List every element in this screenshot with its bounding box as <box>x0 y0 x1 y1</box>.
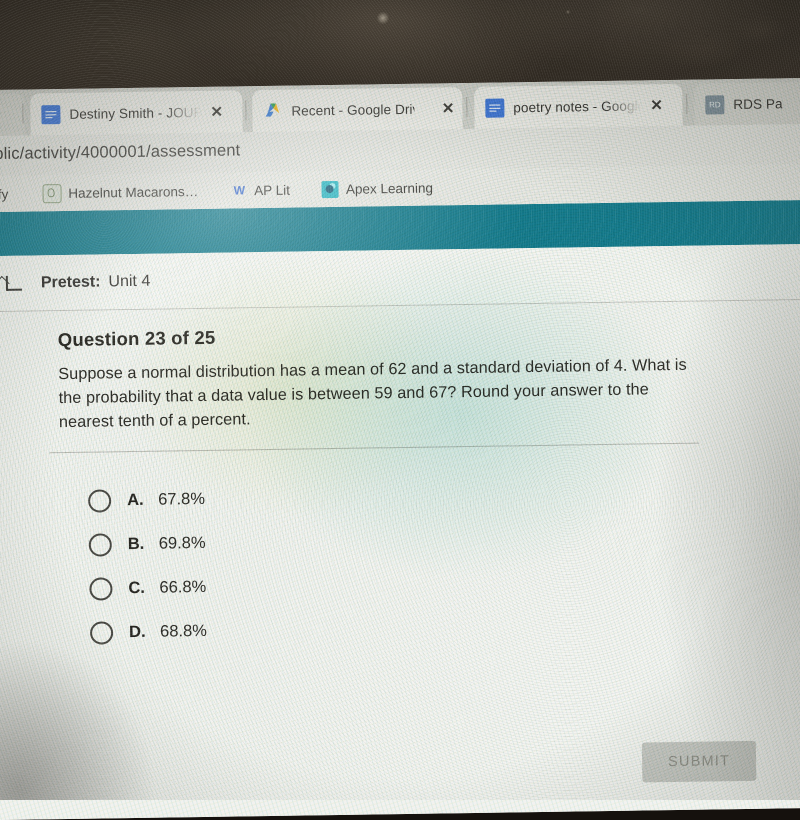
bookmark-label: Apex Learning <box>345 180 434 197</box>
radio-button[interactable] <box>89 620 114 645</box>
choice-value: 68.8% <box>159 621 208 641</box>
answer-choice-b[interactable]: B. 69.8% <box>88 521 206 567</box>
laptop-screen: se ✕ Destiny Smith - JOURN ✕ <box>0 77 800 820</box>
choice-value: 69.8% <box>158 533 206 553</box>
question-counter: Question 23 of 25 <box>57 326 216 351</box>
choice-letter: D. <box>128 622 146 641</box>
browser-tab[interactable]: poetry notes - Google D ✕ <box>474 83 683 129</box>
laptop-bezel <box>0 0 800 92</box>
choice-value: 66.8% <box>159 577 207 597</box>
answer-choice-d[interactable]: D. 68.8% <box>89 609 208 655</box>
hazelnut-icon <box>42 183 62 203</box>
tab-title: poetry notes - Google D <box>513 97 642 115</box>
tab-title: Destiny Smith - JOURN <box>69 104 202 122</box>
tab-title: RDS Pa <box>733 95 783 112</box>
google-docs-icon <box>41 104 61 124</box>
tab-separator <box>466 97 468 118</box>
breadcrumb-value: Unit 4 <box>108 272 151 291</box>
bookmark-item[interactable]: Hazelnut Macarons… <box>32 181 208 203</box>
submit-button[interactable]: SUBMIT <box>641 740 757 783</box>
tab-separator <box>245 100 247 121</box>
radio-button[interactable] <box>88 532 112 557</box>
browser-tab[interactable]: Recent - Google Drive ✕ <box>252 87 463 133</box>
ap-lit-icon: W <box>233 183 244 198</box>
rds-icon: RD <box>705 94 725 114</box>
close-icon[interactable]: ✕ <box>650 97 663 114</box>
answer-choice-c[interactable]: C. 66.8% <box>89 565 206 611</box>
bookmark-label: AP Lit <box>254 182 291 198</box>
answer-choice-list: A. 67.8% B. 69.8% C. 66.8% D. 68.8% <box>87 477 208 655</box>
question-divider <box>49 442 700 454</box>
breadcrumb-label: Pretest: <box>40 273 101 292</box>
radio-button[interactable] <box>89 576 113 601</box>
tab-title: Recent - Google Drive <box>291 101 415 119</box>
google-docs-icon <box>485 97 505 118</box>
choice-value: 67.8% <box>157 489 206 509</box>
choice-letter: C. <box>128 578 146 597</box>
address-bar-input[interactable]: ublic/activity/4000001/assessment <box>0 141 240 164</box>
bookmark-label: Hazelnut Macarons… <box>68 183 199 201</box>
choice-letter: B. <box>127 534 145 553</box>
bookmark-label: otify <box>0 186 9 202</box>
answer-choice-a[interactable]: A. 67.8% <box>87 477 206 523</box>
apex-learning-icon <box>321 180 340 198</box>
question-panel: Question 23 of 25 Suppose a normal distr… <box>0 299 800 820</box>
back-arrow-icon[interactable] <box>0 273 25 295</box>
choice-letter: A. <box>127 490 144 509</box>
bookmark-item[interactable]: W AP Lit <box>220 181 300 199</box>
tab-separator <box>686 93 688 114</box>
browser-tab[interactable]: RD RDS Pa <box>694 81 800 126</box>
bookmark-item[interactable]: otify <box>0 186 18 202</box>
close-icon[interactable]: ✕ <box>210 103 223 120</box>
browser-tab[interactable]: se ✕ <box>0 93 25 137</box>
bookmark-item[interactable]: Apex Learning <box>312 179 443 198</box>
close-icon[interactable]: ✕ <box>442 100 455 117</box>
question-text: Suppose a normal distribution has a mean… <box>58 355 687 432</box>
browser-tab[interactable]: Destiny Smith - JOURN ✕ <box>30 90 243 136</box>
radio-button[interactable] <box>87 488 112 513</box>
google-drive-icon <box>263 101 282 120</box>
